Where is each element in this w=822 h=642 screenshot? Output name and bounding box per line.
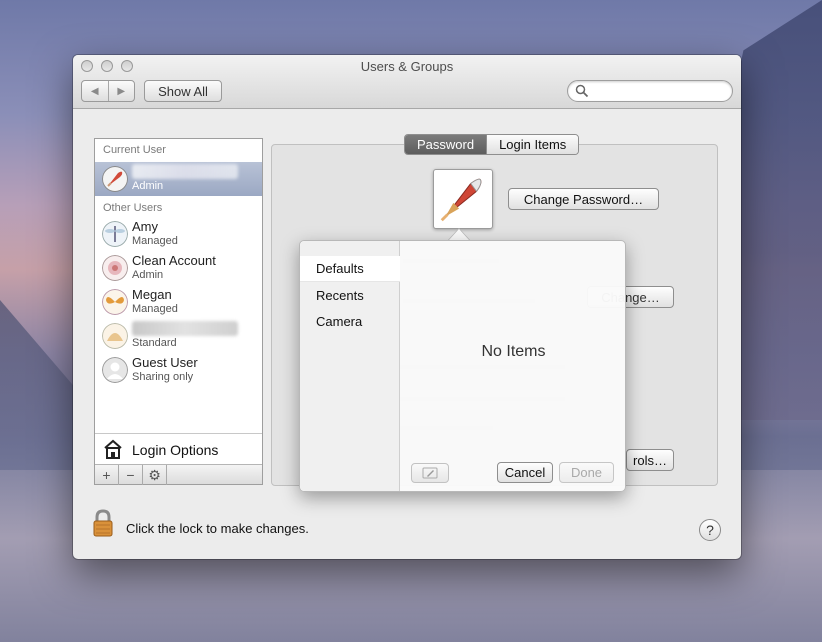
current-user-header: Current User xyxy=(103,144,166,156)
back-button[interactable]: ◀ xyxy=(82,81,108,101)
user-name: Megan xyxy=(132,287,172,302)
picture-source-list: Defaults Recents Camera xyxy=(300,241,400,491)
rocket-icon xyxy=(440,178,482,222)
search-field[interactable] xyxy=(567,80,733,102)
other-users-header: Other Users xyxy=(103,202,163,214)
pencil-icon xyxy=(422,467,438,479)
butterfly-avatar-icon xyxy=(102,289,128,315)
person-avatar-icon xyxy=(102,357,128,383)
user-row-amy[interactable]: Amy Managed xyxy=(95,217,262,251)
user-row-clean-account[interactable]: Clean Account Admin xyxy=(95,251,262,285)
user-name: Amy xyxy=(132,219,158,234)
login-options-label: Login Options xyxy=(132,442,219,458)
forward-arrow-icon: ▶ xyxy=(117,85,126,97)
users-sidebar: Current User Admin Other Users Amy Manag… xyxy=(94,138,263,485)
picture-picker-popover: Defaults Recents Camera No Items Cancel … xyxy=(299,240,626,492)
back-arrow-icon: ◀ xyxy=(90,85,99,97)
user-role: Managed xyxy=(132,235,178,247)
user-name: Guest User xyxy=(132,355,198,370)
cancel-button[interactable]: Cancel xyxy=(497,462,553,483)
forward-button[interactable]: ▶ xyxy=(107,81,135,101)
blurred-user-name xyxy=(132,164,238,179)
user-role: Managed xyxy=(132,303,178,315)
help-button[interactable]: ? xyxy=(699,519,721,541)
user-role: Admin xyxy=(132,269,164,281)
tab-password[interactable]: Password xyxy=(405,135,487,154)
blurred-user-name xyxy=(132,321,238,336)
empty-state-text: No Items xyxy=(481,343,546,360)
window-title: Users & Groups xyxy=(360,59,454,74)
house-icon xyxy=(104,439,122,459)
flower-avatar-icon xyxy=(102,255,128,281)
current-user-role: Admin xyxy=(132,180,164,192)
user-name: Clean Account xyxy=(132,253,216,268)
show-all-button[interactable]: Show All xyxy=(144,80,222,102)
back-forward-control: ◀ ▶ xyxy=(81,80,135,102)
add-user-button[interactable]: + xyxy=(95,465,119,485)
source-item-defaults[interactable]: Defaults xyxy=(300,256,400,282)
dragonfly-avatar-icon xyxy=(102,221,128,247)
user-row-guest[interactable]: Guest User Sharing only xyxy=(95,353,262,387)
edit-picture-button[interactable] xyxy=(411,463,449,483)
sidebar-toolbar: + − ⚙ xyxy=(95,464,262,485)
done-button[interactable]: Done xyxy=(559,462,614,483)
user-role: Standard xyxy=(132,337,177,349)
source-item-recents[interactable]: Recents xyxy=(300,282,400,308)
remove-user-button[interactable]: − xyxy=(119,465,143,485)
source-item-camera[interactable]: Camera xyxy=(300,308,400,334)
gear-menu-button[interactable]: ⚙ xyxy=(143,465,167,485)
user-role: Sharing only xyxy=(132,371,194,383)
lock-icon[interactable] xyxy=(92,509,114,537)
lock-hint-text: Click the lock to make changes. xyxy=(126,521,309,536)
parental-controls-label: rols… xyxy=(633,452,667,468)
user-row-megan[interactable]: Megan Managed xyxy=(95,285,262,319)
change-password-button[interactable]: Change Password… xyxy=(508,188,659,210)
titlebar: Users & Groups ◀ ▶ Show All xyxy=(73,55,741,109)
tab-login-items[interactable]: Login Items xyxy=(486,135,579,154)
user-picture-button[interactable] xyxy=(433,169,493,229)
search-icon xyxy=(575,84,589,98)
pane-tabs: Password Login Items xyxy=(404,134,580,155)
user-row-standard[interactable]: Standard xyxy=(95,319,262,353)
login-options-item[interactable]: Login Options xyxy=(95,433,262,464)
shell-avatar-icon xyxy=(102,323,128,349)
current-user-row[interactable]: Admin xyxy=(95,162,262,196)
rocket-avatar xyxy=(102,166,128,192)
parental-controls-button[interactable]: rols… xyxy=(626,449,674,471)
